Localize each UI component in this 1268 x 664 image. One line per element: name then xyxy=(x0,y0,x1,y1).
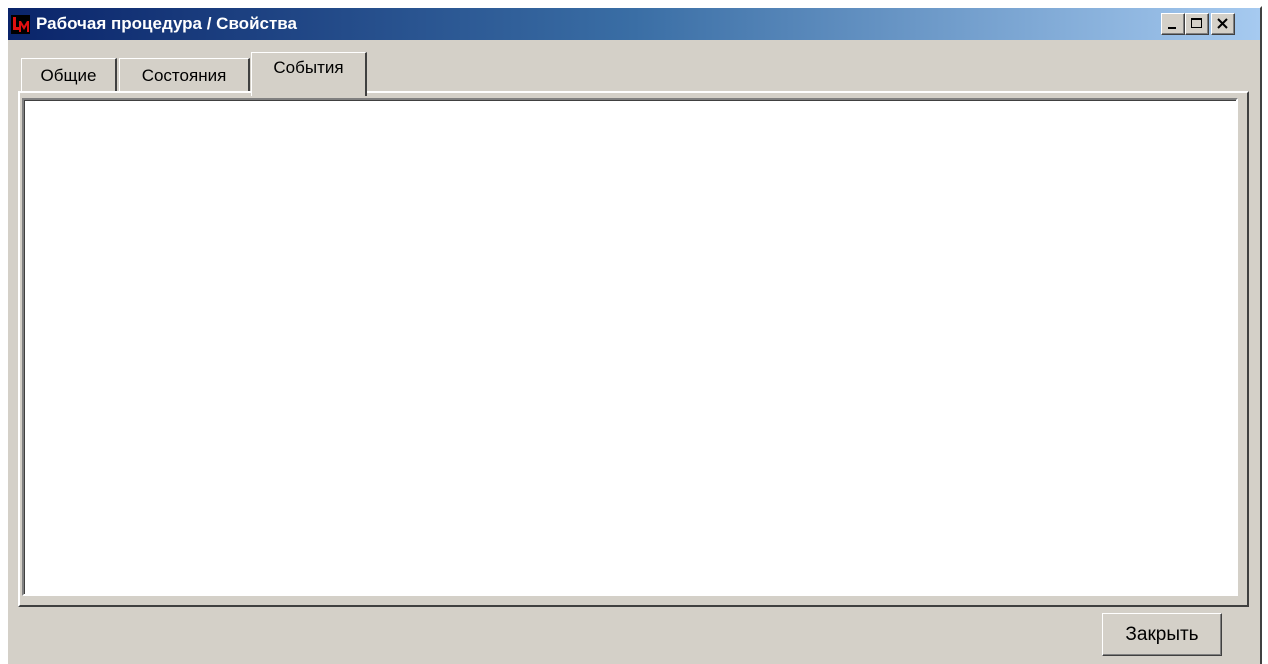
minimize-icon xyxy=(1168,27,1176,29)
tab-general[interactable]: Общие xyxy=(21,58,117,93)
close-window-button[interactable] xyxy=(1211,13,1235,35)
minimize-button[interactable] xyxy=(1161,13,1185,35)
properties-window: Рабочая процедура / Свойства Общие Состо… xyxy=(6,6,1262,664)
events-list[interactable] xyxy=(22,98,1238,596)
tab-events[interactable]: События xyxy=(251,52,367,96)
title-bar[interactable]: Рабочая процедура / Свойства xyxy=(8,8,1260,40)
tab-states[interactable]: Состояния xyxy=(119,58,250,93)
window-title: Рабочая процедура / Свойства xyxy=(36,14,297,33)
maximize-button[interactable] xyxy=(1185,13,1209,35)
close-button[interactable]: Закрыть xyxy=(1102,613,1222,656)
app-logo-icon xyxy=(11,15,30,34)
maximize-icon xyxy=(1191,18,1202,28)
close-icon xyxy=(1217,18,1228,29)
